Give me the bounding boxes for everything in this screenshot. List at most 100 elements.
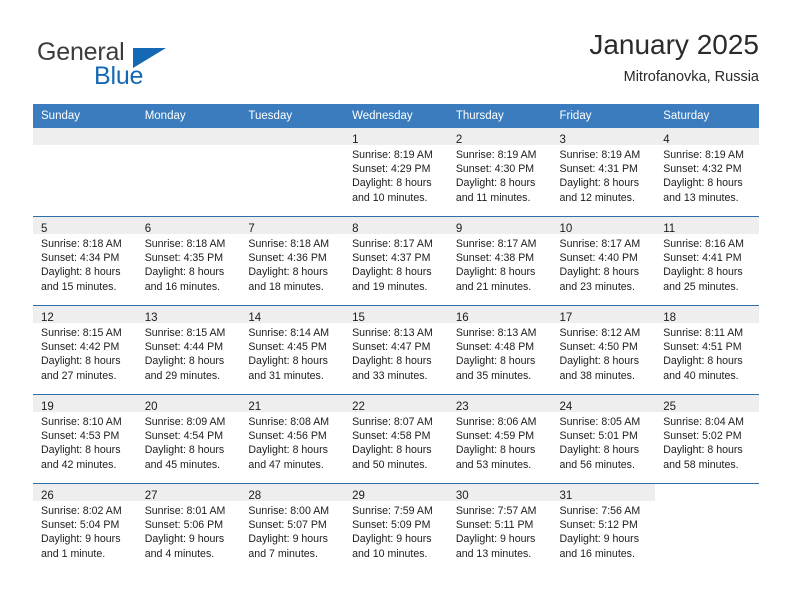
sunset-text: Sunset: 5:12 PM <box>559 519 638 532</box>
calendar-page: General Blue January 2025 Mitrofanovka, … <box>0 0 792 612</box>
day-cell[interactable]: 11 Sunrise: 8:16 AM Sunset: 4:41 PM Dayligh… <box>655 217 759 305</box>
day-cell[interactable]: 14 Sunrise: 8:14 AM Sunset: 4:45 PM Dayligh… <box>240 306 345 394</box>
daylight-text-cont: and 4 minutes. <box>144 547 215 560</box>
day-number: 20 <box>144 401 158 413</box>
calendar-cell: 3 Sunrise: 8:19 AM Sunset: 4:31 PM Daylight… <box>551 128 656 217</box>
day-cell[interactable]: 30 Sunrise: 7:57 AM Sunset: 5:11 PM Dayligh… <box>447 484 552 572</box>
daylight-text: Daylight: 8 hours <box>455 355 536 368</box>
day-details: Sunrise: 7:56 AM Sunset: 5:12 PM Daylight:… <box>552 501 656 561</box>
day-cell[interactable]: 5 Sunrise: 8:18 AM Sunset: 4:34 PM Daylight… <box>33 217 137 305</box>
day-cell[interactable]: 1 Sunrise: 8:19 AM Sunset: 4:29 PM Daylight… <box>344 128 448 216</box>
sunrise-text: Sunrise: 8:13 AM <box>455 327 537 339</box>
daylight-text-cont: and 27 minutes. <box>41 369 117 382</box>
day-number: 15 <box>352 312 365 324</box>
daylight-text-cont: and 16 minutes. <box>559 547 635 560</box>
sunrise-text: Sunrise: 8:19 AM <box>455 149 537 161</box>
calendar-cell: 8 Sunrise: 8:17 AM Sunset: 4:37 PM Daylight… <box>344 216 448 306</box>
daylight-text: Daylight: 9 hours <box>144 533 225 546</box>
day-cell[interactable]: 4 Sunrise: 8:19 AM Sunset: 4:32 PM Daylight… <box>655 128 759 216</box>
day-number: 21 <box>248 401 262 413</box>
calendar-cell: 7 Sunrise: 8:18 AM Sunset: 4:36 PM Daylight… <box>240 216 345 306</box>
day-number: 6 <box>144 223 152 235</box>
day-number-band: 7 <box>240 217 345 235</box>
daylight-text-cont: and 38 minutes. <box>559 369 635 382</box>
daylight-text: Daylight: 8 hours <box>663 355 743 368</box>
day-cell[interactable]: 8 Sunrise: 8:17 AM Sunset: 4:37 PM Daylight… <box>344 217 448 305</box>
day-cell[interactable]: 24 Sunrise: 8:05 AM Sunset: 5:01 PM Dayligh… <box>551 395 656 483</box>
day-cell[interactable]: 28 Sunrise: 8:00 AM Sunset: 5:07 PM Dayligh… <box>240 484 345 572</box>
sunset-text: Sunset: 5:07 PM <box>248 519 327 532</box>
sunrise-text: Sunrise: 8:16 AM <box>663 238 744 250</box>
daylight-text-cont: and 21 minutes. <box>455 280 532 293</box>
brand-logo[interactable]: General Blue <box>37 38 247 92</box>
day-cell[interactable]: 23 Sunrise: 8:06 AM Sunset: 4:59 PM Dayligh… <box>447 395 552 483</box>
day-cell[interactable]: 6 Sunrise: 8:18 AM Sunset: 4:35 PM Daylight… <box>136 217 241 305</box>
calendar-cell: 22 Sunrise: 8:07 AM Sunset: 4:58 PM Dayligh… <box>344 394 448 484</box>
sunrise-text: Sunrise: 7:59 AM <box>352 505 433 517</box>
daylight-text-cont: and 13 minutes. <box>663 191 739 204</box>
sunrise-text: Sunrise: 8:17 AM <box>352 238 433 250</box>
day-cell[interactable]: 10 Sunrise: 8:17 AM Sunset: 4:40 PM Dayligh… <box>551 217 656 305</box>
calendar-cell: 31 Sunrise: 7:56 AM Sunset: 5:12 PM Dayligh… <box>551 483 656 572</box>
day-cell[interactable]: 16 Sunrise: 8:13 AM Sunset: 4:48 PM Dayligh… <box>447 306 552 394</box>
calendar-week-row: 1 Sunrise: 8:19 AM Sunset: 4:29 PM Daylight… <box>33 128 759 217</box>
day-cell[interactable]: 29 Sunrise: 7:59 AM Sunset: 5:09 PM Dayligh… <box>344 484 448 572</box>
day-number-band: 22 <box>344 395 448 413</box>
day-cell[interactable]: 27 Sunrise: 8:01 AM Sunset: 5:06 PM Dayligh… <box>136 484 241 572</box>
day-number: 22 <box>352 401 365 413</box>
day-number-band: 23 <box>447 395 552 413</box>
day-cell[interactable]: 17 Sunrise: 8:12 AM Sunset: 4:50 PM Dayligh… <box>551 306 656 394</box>
day-number-band: 27 <box>136 484 241 502</box>
day-cell[interactable]: 2 Sunrise: 8:19 AM Sunset: 4:30 PM Daylight… <box>447 128 552 216</box>
calendar-cell: 21 Sunrise: 8:08 AM Sunset: 4:56 PM Dayligh… <box>240 394 345 484</box>
day-number: 24 <box>559 401 573 413</box>
day-cell[interactable]: 12 Sunrise: 8:15 AM Sunset: 4:42 PM Dayligh… <box>33 306 137 394</box>
day-cell[interactable]: 19 Sunrise: 8:10 AM Sunset: 4:53 PM Dayligh… <box>33 395 137 483</box>
page-title: January 2025 <box>589 29 759 60</box>
calendar-body: 1 Sunrise: 8:19 AM Sunset: 4:29 PM Daylight… <box>33 128 759 572</box>
day-details <box>137 145 241 148</box>
daylight-text: Daylight: 8 hours <box>352 266 432 279</box>
sunrise-text: Sunrise: 8:10 AM <box>41 416 122 428</box>
daylight-text-cont: and 23 minutes. <box>559 280 635 293</box>
sunset-text: Sunset: 5:09 PM <box>352 519 431 532</box>
sunrise-text: Sunrise: 8:15 AM <box>41 327 122 339</box>
sunset-text: Sunset: 4:59 PM <box>455 430 535 443</box>
day-cell[interactable]: 22 Sunrise: 8:07 AM Sunset: 4:58 PM Dayligh… <box>344 395 448 483</box>
day-cell[interactable]: 7 Sunrise: 8:18 AM Sunset: 4:36 PM Daylight… <box>240 217 345 305</box>
daylight-text-cont: and 47 minutes. <box>248 458 324 471</box>
weekday-header-monday: Monday <box>136 104 241 128</box>
day-cell[interactable]: 20 Sunrise: 8:09 AM Sunset: 4:54 PM Dayligh… <box>136 395 241 483</box>
sunrise-text: Sunrise: 8:08 AM <box>248 416 330 428</box>
day-number: 11 <box>663 223 676 235</box>
daylight-text: Daylight: 8 hours <box>352 355 432 368</box>
day-number-band <box>655 484 759 501</box>
day-cell[interactable]: 26 Sunrise: 8:02 AM Sunset: 5:04 PM Dayligh… <box>33 484 137 572</box>
day-cell[interactable]: 9 Sunrise: 8:17 AM Sunset: 4:38 PM Daylight… <box>447 217 552 305</box>
day-details: Sunrise: 8:08 AM Sunset: 4:56 PM Daylight:… <box>240 412 344 472</box>
day-cell[interactable]: 13 Sunrise: 8:15 AM Sunset: 4:44 PM Dayligh… <box>136 306 241 394</box>
day-details: Sunrise: 7:59 AM Sunset: 5:09 PM Daylight:… <box>344 501 448 561</box>
daylight-text: Daylight: 9 hours <box>455 533 536 546</box>
calendar-cell: 16 Sunrise: 8:13 AM Sunset: 4:48 PM Dayligh… <box>447 305 552 395</box>
day-cell[interactable]: 3 Sunrise: 8:19 AM Sunset: 4:31 PM Daylight… <box>551 128 656 216</box>
sunrise-text: Sunrise: 8:18 AM <box>41 238 122 250</box>
sunset-text: Sunset: 4:47 PM <box>352 341 431 354</box>
day-cell[interactable]: 21 Sunrise: 8:08 AM Sunset: 4:56 PM Dayligh… <box>240 395 345 483</box>
day-cell[interactable]: 25 Sunrise: 8:04 AM Sunset: 5:02 PM Dayligh… <box>655 395 759 483</box>
calendar-week-row: 12 Sunrise: 8:15 AM Sunset: 4:42 PM Dayligh… <box>33 305 759 395</box>
weekday-header-row: Sunday Monday Tuesday Wednesday Thursday… <box>33 104 759 128</box>
sunrise-text: Sunrise: 8:01 AM <box>144 505 226 517</box>
calendar-cell: 15 Sunrise: 8:13 AM Sunset: 4:47 PM Dayligh… <box>344 305 448 395</box>
day-cell[interactable]: 15 Sunrise: 8:13 AM Sunset: 4:47 PM Dayligh… <box>344 306 448 394</box>
daylight-text: Daylight: 8 hours <box>41 355 121 368</box>
day-details: Sunrise: 8:14 AM Sunset: 4:45 PM Daylight:… <box>240 323 344 383</box>
day-number-band: 31 <box>551 484 656 502</box>
day-details: Sunrise: 8:01 AM Sunset: 5:06 PM Daylight:… <box>137 501 241 561</box>
day-cell-empty <box>33 128 137 216</box>
day-cell[interactable]: 31 Sunrise: 7:56 AM Sunset: 5:12 PM Dayligh… <box>551 484 656 572</box>
day-cell[interactable]: 18 Sunrise: 8:11 AM Sunset: 4:51 PM Dayligh… <box>655 306 759 394</box>
day-number: 4 <box>663 134 670 146</box>
sunrise-text: Sunrise: 8:09 AM <box>144 416 226 428</box>
daylight-text-cont: and 58 minutes. <box>663 458 739 471</box>
